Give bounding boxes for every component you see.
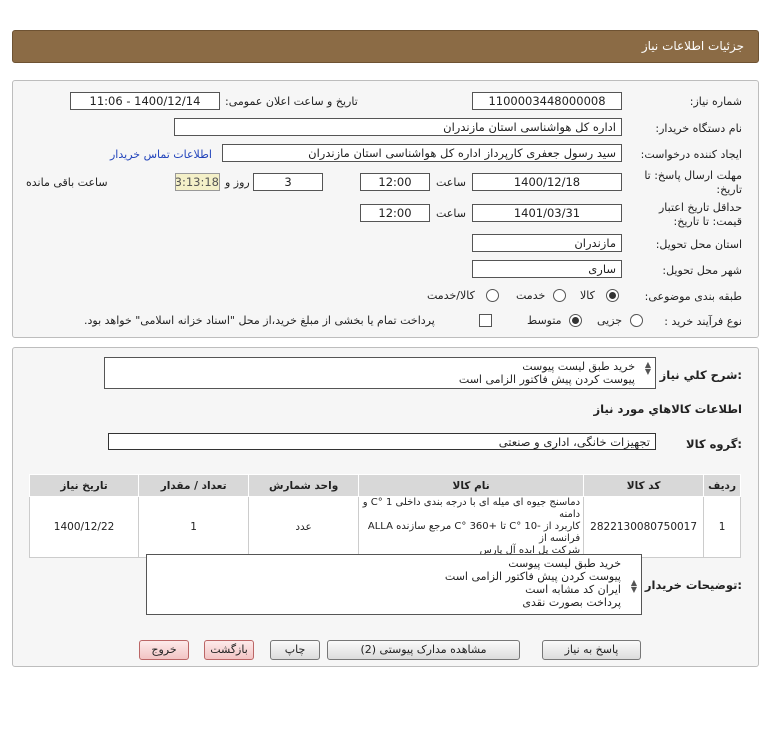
purchase-type-label: نوع فرآیند خرید : [664,315,742,328]
treasury-payment-note: پرداخت تمام یا بخشی از مبلغ خرید،از محل … [84,314,435,327]
exit-button[interactable]: خروج [139,640,189,660]
need-number-field[interactable]: 1100003448000008 [472,92,622,110]
city-label: شهر محل تحویل: [662,264,742,277]
city-field[interactable]: ساری [472,260,622,278]
col-unit: واحد شمارش [248,474,360,497]
col-code: کد کالا [583,474,705,497]
province-field[interactable]: مازندران [472,234,622,252]
cell-qty: 1 [138,496,250,558]
cell-unit: عدد [248,496,360,558]
category-goods-label: کالا [580,289,595,302]
table-row[interactable]: 1 2822130080750017 دماسنج جیوه ای میله ا… [28,496,741,558]
contact-buyer-link[interactable]: اطلاعات تماس خریدار [110,148,212,161]
validity-time-field[interactable]: 12:00 [360,204,430,222]
view-attachments-button[interactable]: مشاهده مدارک پیوستی (2) [327,640,520,660]
buyer-notes-line-1: خرید طبق لیست پیوست [508,557,621,570]
buyer-org-field[interactable]: اداره کل هواشناسی استان مازندران [174,118,622,136]
deadline-time-field[interactable]: 12:00 [360,173,430,191]
category-service-radio[interactable] [553,289,566,302]
scroll-arrows-icon[interactable]: ▲ ▼ [645,361,651,376]
days-label: روز و [225,176,250,189]
category-goods-radio[interactable] [606,289,619,302]
back-button[interactable]: بازگشت [204,640,254,660]
category-both-label: کالا/خدمت [427,289,475,302]
cell-name-line-2: کاربرد از -10 °C تا +360 °C مرجع سازنده … [367,521,581,544]
cell-name-line-1: دماسنج جیوه ای میله ای با درجه بندی داخل… [362,497,581,520]
goods-section-title: اطلاعات کالاهاي مورد نياز [593,402,742,416]
validity-label-2: قیمت: تا تاریخ: [673,215,742,228]
goods-table: ردیف کد کالا نام کالا واحد شمارش تعداد /… [28,474,741,558]
page-title: جزئیات اطلاعات نیاز [641,39,744,53]
category-service-label: خدمت [516,289,546,302]
validity-date-field[interactable]: 1401/03/31 [472,204,622,222]
buyer-org-label: نام دستگاه خریدار: [655,122,742,135]
announce-field[interactable]: 1400/12/14 - 11:06 [70,92,220,110]
purchase-medium-label: متوسط [527,314,562,327]
buyer-notes-line-3: ایران کد مشابه است [525,583,621,596]
cell-row: 1 [703,496,741,558]
goods-group-field[interactable]: تجهیزات خانگی، اداری و صنعتی [108,433,656,450]
cell-name: دماسنج جیوه ای میله ای با درجه بندی داخل… [358,496,585,558]
buyer-notes-label: توضیحات خریدار: [644,578,742,592]
category-both-radio[interactable] [486,289,499,302]
summary-textarea[interactable]: خرید طبق لیست پیوست پیوست کردن پیش فاکتو… [104,357,656,389]
summary-line-2: پیوست کردن پیش فاکتور الزامی است [458,373,635,386]
cell-date: 1400/12/22 [28,496,140,558]
deadline-label: مهلت ارسال پاسخ: تا [644,169,742,182]
announce-label: تاریخ و ساعت اعلان عمومی: [225,95,358,108]
validity-label: حداقل تاریخ اعتبار [658,201,742,214]
province-label: استان محل تحویل: [655,238,742,251]
summary-line-1: خرید طبق لیست پیوست [522,360,635,373]
deadline-label-2: تاریخ: [716,183,742,196]
creator-label: ایجاد کننده درخواست: [640,148,742,161]
creator-field[interactable]: سید رسول جعفری کارپرداز اداره کل هواشناس… [222,144,622,162]
goods-group-label: گروه کالا: [686,437,742,451]
print-button[interactable]: چاپ [270,640,320,660]
remaining-label: ساعت باقی مانده [26,176,108,189]
purchase-minor-label: جزیی [597,314,623,327]
col-date: تاریخ نیاز [28,474,140,497]
col-row: ردیف [703,474,741,497]
scroll-arrows-icon[interactable]: ▲ ▼ [631,579,637,594]
reply-button[interactable]: پاسخ به نیاز [542,640,641,660]
need-number-label: شماره نیاز: [689,95,742,108]
validity-time-label: ساعت [436,207,466,220]
cell-code: 2822130080750017 [583,496,705,558]
buyer-notes-line-2: پیوست کردن پیش فاکتور الزامی است [444,570,621,583]
buyer-notes-textarea[interactable]: خرید طبق لیست پیوست پیوست کردن پیش فاکتو… [146,554,642,615]
remaining-time-field: 23:13:18 [175,173,220,191]
remaining-days-field[interactable]: 3 [253,173,323,191]
buyer-notes-line-4: پرداخت بصورت نقدی [522,596,621,609]
summary-label: شرح کلي نياز: [659,368,742,382]
category-label: طبقه بندی موضوعی: [644,290,742,303]
goods-table-header: ردیف کد کالا نام کالا واحد شمارش تعداد /… [28,474,741,497]
purchase-minor-radio[interactable] [630,314,643,327]
deadline-time-label: ساعت [436,176,466,189]
page-header: جزئیات اطلاعات نیاز [12,30,759,63]
col-name: نام کالا [358,474,585,497]
deadline-date-field[interactable]: 1400/12/18 [472,173,622,191]
col-qty: تعداد / مقدار [138,474,250,497]
purchase-medium-radio[interactable] [569,314,582,327]
treasury-payment-checkbox[interactable] [479,314,492,327]
